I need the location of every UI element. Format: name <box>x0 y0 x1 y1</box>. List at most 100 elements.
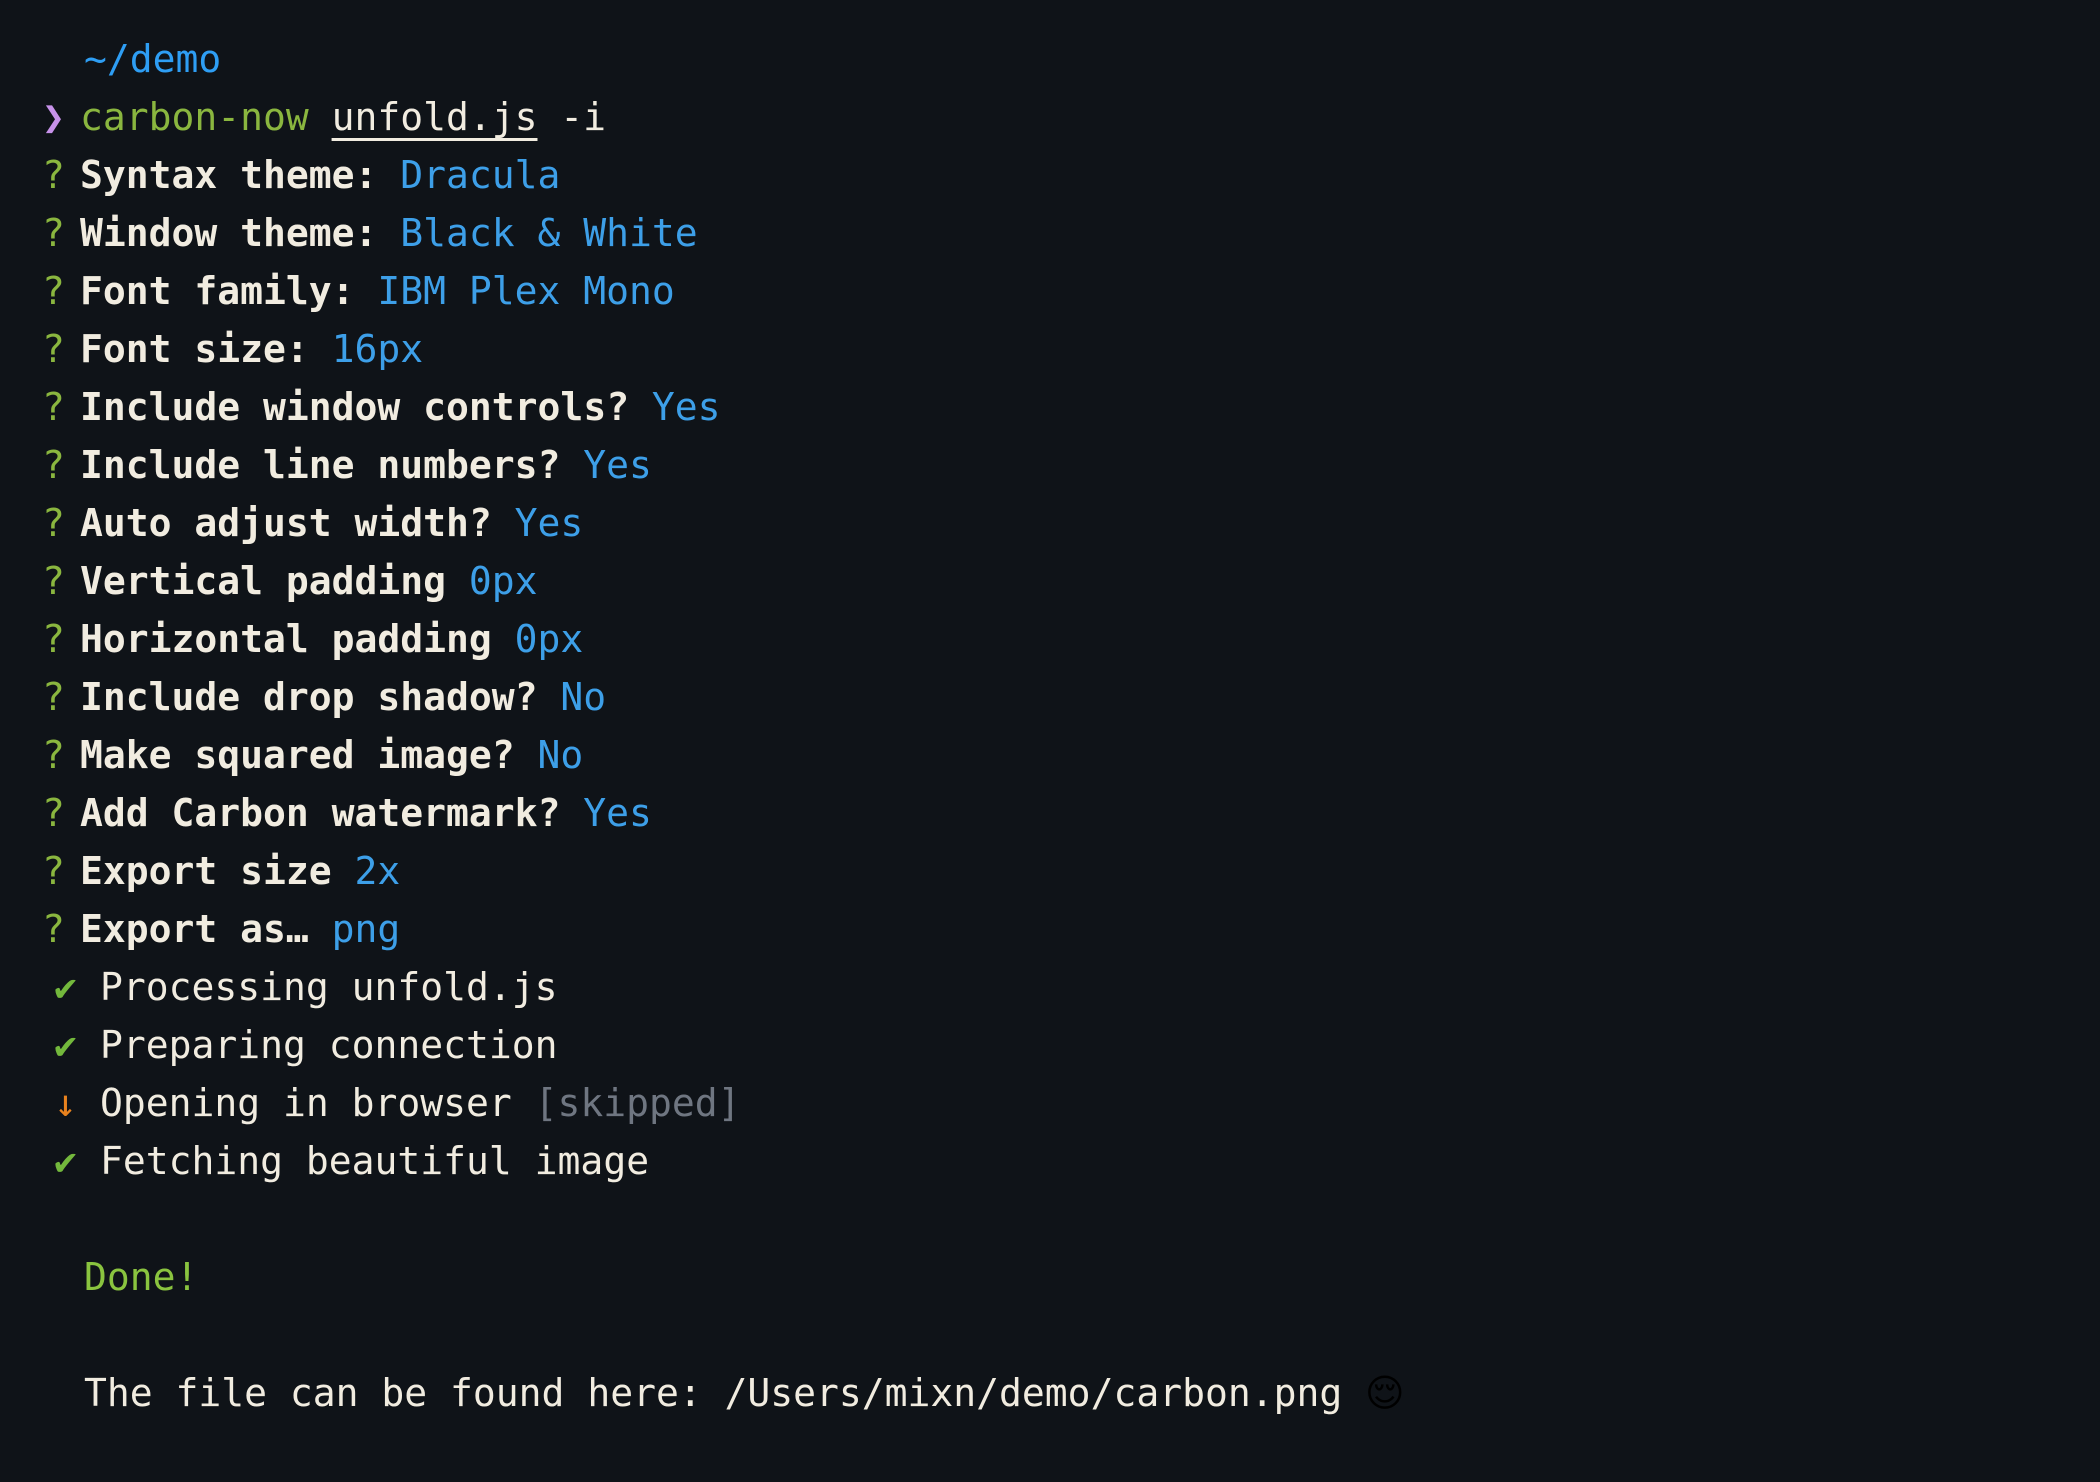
command-line: ❯ carbon-now unfold.js -i <box>0 88 2100 146</box>
question-mark-icon: ? <box>42 733 65 777</box>
prompt-label: Horizontal padding <box>80 617 492 661</box>
prompt-row: ? Vertical padding 0px <box>0 552 2100 610</box>
done-message: Done! <box>84 1255 199 1299</box>
question-mark-icon: ? <box>42 617 65 661</box>
command-file: unfold.js <box>331 95 538 139</box>
prompt-row: ? Export size 2x <box>0 842 2100 900</box>
question-mark-icon: ? <box>42 849 65 893</box>
question-mark-icon: ? <box>42 791 65 835</box>
question-mark-icon: ? <box>42 327 65 371</box>
cwd-line: ~/demo <box>0 30 2100 88</box>
prompt-row: ? Font size: 16px <box>0 320 2100 378</box>
prompt-label: Vertical padding <box>80 559 447 603</box>
task-row: ✔ Preparing connection <box>0 1016 2100 1074</box>
prompt-row: ? Include drop shadow? No <box>0 668 2100 726</box>
prompt-row: ? Include window controls? Yes <box>0 378 2100 436</box>
prompt-value[interactable]: IBM Plex Mono <box>377 269 674 313</box>
prompt-row: ? Make squared image? No <box>0 726 2100 784</box>
terminal-output: ~/demo ❯ carbon-now unfold.js -i ? Syntax … <box>0 0 2100 1422</box>
prompt-label: Export as… <box>80 907 309 951</box>
prompt-answer-list: ? Syntax theme: Dracula? Window theme: Bla… <box>0 146 2100 958</box>
question-mark-icon: ? <box>42 385 65 429</box>
prompt-value[interactable]: 16px <box>332 327 424 371</box>
command-program: carbon-now <box>80 95 309 139</box>
prompt-value[interactable]: 0px <box>469 559 538 603</box>
prompt-value[interactable]: Yes <box>652 385 721 429</box>
prompt-label: Font size: <box>80 327 309 371</box>
prompt-value[interactable]: No <box>560 675 606 719</box>
checkmark-icon: ✔ <box>54 1023 77 1067</box>
prompt-symbol-icon: ❯ <box>42 95 65 139</box>
command-flag: -i <box>560 95 607 139</box>
prompt-value[interactable]: Dracula <box>400 153 560 197</box>
task-row: ✔ Processing unfold.js <box>0 958 2100 1016</box>
prompt-label: Export size <box>80 849 332 893</box>
question-mark-icon: ? <box>42 907 65 951</box>
prompt-value[interactable]: Yes <box>583 443 652 487</box>
question-mark-icon: ? <box>42 559 65 603</box>
prompt-label: Window theme: <box>80 211 378 255</box>
question-mark-icon: ? <box>42 675 65 719</box>
checkmark-icon: ✔ <box>54 1139 77 1183</box>
task-text: Preparing connection <box>100 1023 558 1067</box>
prompt-label: Font family: <box>80 269 355 313</box>
task-note: [skipped] <box>534 1081 741 1125</box>
prompt-row: ? Export as… png <box>0 900 2100 958</box>
prompt-label: Include drop shadow? <box>80 675 538 719</box>
result-path: /Users/mixn/demo/carbon.png <box>724 1371 1343 1415</box>
question-mark-icon: ? <box>42 153 65 197</box>
cwd-path: ~/demo <box>84 37 222 81</box>
prompt-label: Add Carbon watermark? <box>80 791 561 835</box>
prompt-row: ? Syntax theme: Dracula <box>0 146 2100 204</box>
prompt-label: Include window controls? <box>80 385 630 429</box>
prompt-value[interactable]: Yes <box>515 501 584 545</box>
prompt-row: ? Window theme: Black & White <box>0 204 2100 262</box>
prompt-value[interactable]: png <box>332 907 401 951</box>
question-mark-icon: ? <box>42 443 65 487</box>
prompt-label: Syntax theme: <box>80 153 378 197</box>
question-mark-icon: ? <box>42 211 65 255</box>
prompt-label: Auto adjust width? <box>80 501 492 545</box>
relieved-face-icon: 😌 <box>1365 1371 1405 1415</box>
question-mark-icon: ? <box>42 501 65 545</box>
prompt-value[interactable]: Yes <box>583 791 652 835</box>
checkmark-icon: ✔ <box>54 965 77 1009</box>
task-list: ✔ Processing unfold.js ✔ Preparing connecti… <box>0 958 2100 1190</box>
prompt-label: Include line numbers? <box>80 443 561 487</box>
task-row: ✔ Fetching beautiful image <box>0 1132 2100 1190</box>
prompt-value[interactable]: Black & White <box>400 211 697 255</box>
prompt-row: ? Font family: IBM Plex Mono <box>0 262 2100 320</box>
prompt-row: ? Auto adjust width? Yes <box>0 494 2100 552</box>
prompt-value[interactable]: No <box>537 733 583 777</box>
task-text: Fetching beautiful image <box>100 1139 650 1183</box>
prompt-row: ? Horizontal padding 0px <box>0 610 2100 668</box>
down-arrow-icon: ↓ <box>54 1081 77 1125</box>
result-prefix: The file can be found here: <box>84 1371 702 1415</box>
terminal-window: ~/demo ❯ carbon-now unfold.js -i ? Syntax … <box>0 0 2100 1482</box>
done-line: Done! <box>0 1248 2100 1306</box>
result-line: The file can be found here: /Users/mixn/… <box>0 1364 2100 1422</box>
prompt-value[interactable]: 2x <box>354 849 400 893</box>
task-text: Opening in browser <box>100 1081 512 1125</box>
question-mark-icon: ? <box>42 269 65 313</box>
prompt-value[interactable]: 0px <box>515 617 584 661</box>
prompt-row: ? Add Carbon watermark? Yes <box>0 784 2100 842</box>
